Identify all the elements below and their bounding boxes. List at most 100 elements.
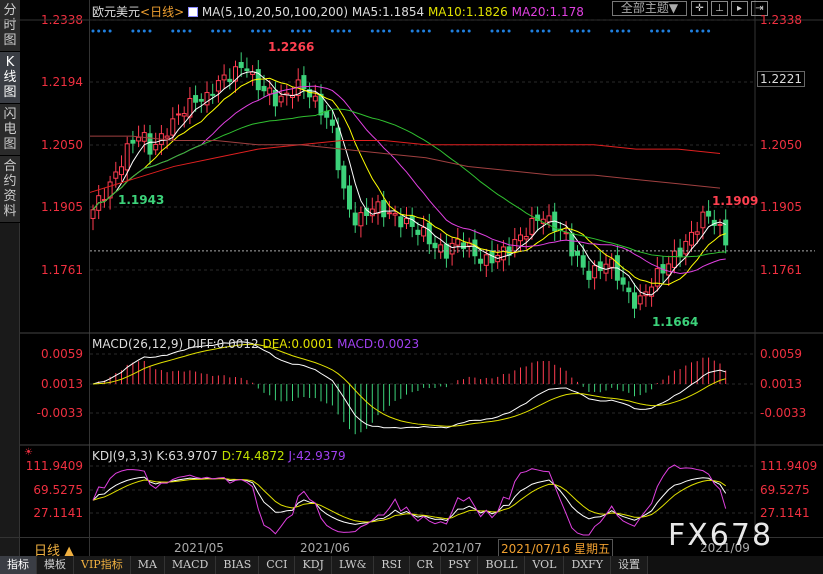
candle-body: [472, 239, 478, 257]
signal-dot: [296, 29, 300, 33]
ma5-value: MA5:1.1854: [351, 5, 425, 19]
tab-10[interactable]: CR: [409, 556, 442, 574]
tab-12[interactable]: BOLL: [478, 556, 526, 574]
signal-dot: [450, 29, 454, 33]
tab-1[interactable]: 模板: [37, 556, 74, 574]
tab-15[interactable]: 设置: [611, 556, 649, 574]
candle-body: [592, 265, 598, 279]
candle-body: [597, 261, 603, 272]
signal-dot: [262, 29, 266, 33]
signal-dot: [302, 29, 306, 33]
signal-dot: [251, 29, 255, 33]
candle-body: [392, 212, 398, 216]
candle-body: [244, 68, 250, 72]
ma200-line: [90, 135, 721, 189]
signal-dot: [661, 29, 665, 33]
tab-8[interactable]: LW&: [331, 556, 375, 574]
signal-dot: [308, 29, 312, 33]
signal-dot: [142, 29, 146, 33]
signal-dot: [228, 29, 232, 33]
signal-dot: [530, 29, 534, 33]
signal-dot: [621, 29, 625, 33]
signal-dot: [376, 29, 380, 33]
crosshair-icon[interactable]: ✛: [691, 1, 708, 16]
tab-3[interactable]: MA: [130, 556, 165, 574]
dea-line: [92, 343, 726, 427]
candle-body: [170, 118, 176, 136]
price-label-right: 1.2050: [760, 138, 802, 152]
kdj-header: KDJ(9,3,3) K:63.9707 D:74.4872 J:42.9379: [92, 449, 346, 463]
theme-dropdown[interactable]: 全部主题▼: [612, 1, 687, 16]
candle-body: [609, 258, 615, 268]
signal-dot: [330, 29, 334, 33]
macd-title: MACD(26,12,9): [92, 337, 184, 351]
candle-body: [352, 212, 358, 226]
macd-diff: DIFF:0.0012: [186, 337, 259, 351]
signal-dot: [707, 29, 711, 33]
candle-body: [671, 250, 677, 268]
candle-body: [683, 240, 689, 255]
signal-dot: [148, 29, 152, 33]
signal-dot: [91, 29, 95, 33]
tab-0[interactable]: 指标: [0, 556, 37, 574]
time-label: 2021/07: [432, 541, 482, 555]
candle-body: [136, 136, 142, 142]
play-icon[interactable]: ▸: [731, 1, 748, 16]
tab-4[interactable]: MACD: [164, 556, 217, 574]
candle-body: [261, 85, 267, 92]
candle-body: [694, 231, 700, 235]
signal-dot: [701, 29, 705, 33]
candle-body: [455, 238, 461, 246]
signal-dot: [541, 29, 545, 33]
signal-dot: [382, 29, 386, 33]
signal-dot: [490, 29, 494, 33]
symbol-name: 欧元美元: [92, 5, 141, 19]
signal-dot: [427, 29, 431, 33]
signal-dot: [370, 29, 374, 33]
candle-body: [312, 95, 318, 102]
candle-body: [529, 218, 535, 235]
d-line: [92, 478, 726, 523]
tab-11[interactable]: PSY: [441, 556, 479, 574]
signal-dot: [570, 29, 574, 33]
candle-body: [706, 210, 712, 217]
candle-body: [415, 229, 421, 235]
signal-dot: [667, 29, 671, 33]
signal-dot: [410, 29, 414, 33]
tab-14[interactable]: DXFY: [564, 556, 612, 574]
macd-label-right: 0.0013: [760, 377, 802, 391]
macd-label-right: 0.0059: [760, 347, 802, 361]
tab-2[interactable]: VIP指标: [74, 556, 131, 574]
chart-header: 欧元美元<日线> MA(5,10,20,50,100,200) MA5:1.18…: [92, 3, 584, 20]
chart-icon[interactable]: [187, 7, 198, 17]
signal-dot: [97, 29, 101, 33]
signal-dot: [581, 29, 585, 33]
tab-13[interactable]: VOL: [525, 556, 565, 574]
signal-dot: [501, 29, 505, 33]
candle-body: [500, 246, 506, 261]
tab-9[interactable]: RSI: [374, 556, 410, 574]
candle-body: [717, 223, 723, 226]
candle-body: [632, 292, 637, 309]
kdj-k: K:63.9707: [156, 449, 218, 463]
candle-body: [700, 211, 706, 229]
tab-6[interactable]: CCI: [259, 556, 296, 574]
signal-dot: [615, 29, 619, 33]
candle-body: [227, 78, 233, 82]
signal-dot: [216, 29, 220, 33]
candle-body: [198, 98, 204, 102]
zoom-range-icon[interactable]: ⊥: [711, 1, 728, 16]
tab-5[interactable]: BIAS: [216, 556, 260, 574]
signal-dot: [342, 29, 346, 33]
candle-body: [689, 231, 694, 246]
signal-dot: [131, 29, 135, 33]
kdj-label-right: 111.9409: [760, 459, 818, 473]
macd-label-right: -0.0033: [760, 406, 807, 420]
candle-body: [637, 295, 643, 305]
candle-body: [147, 133, 153, 155]
kdj-title: KDJ(9,3,3): [92, 449, 153, 463]
kdj-d: D:74.4872: [221, 449, 285, 463]
candle-body: [176, 113, 181, 116]
tab-7[interactable]: KDJ: [295, 556, 332, 574]
candle-body: [461, 242, 466, 250]
